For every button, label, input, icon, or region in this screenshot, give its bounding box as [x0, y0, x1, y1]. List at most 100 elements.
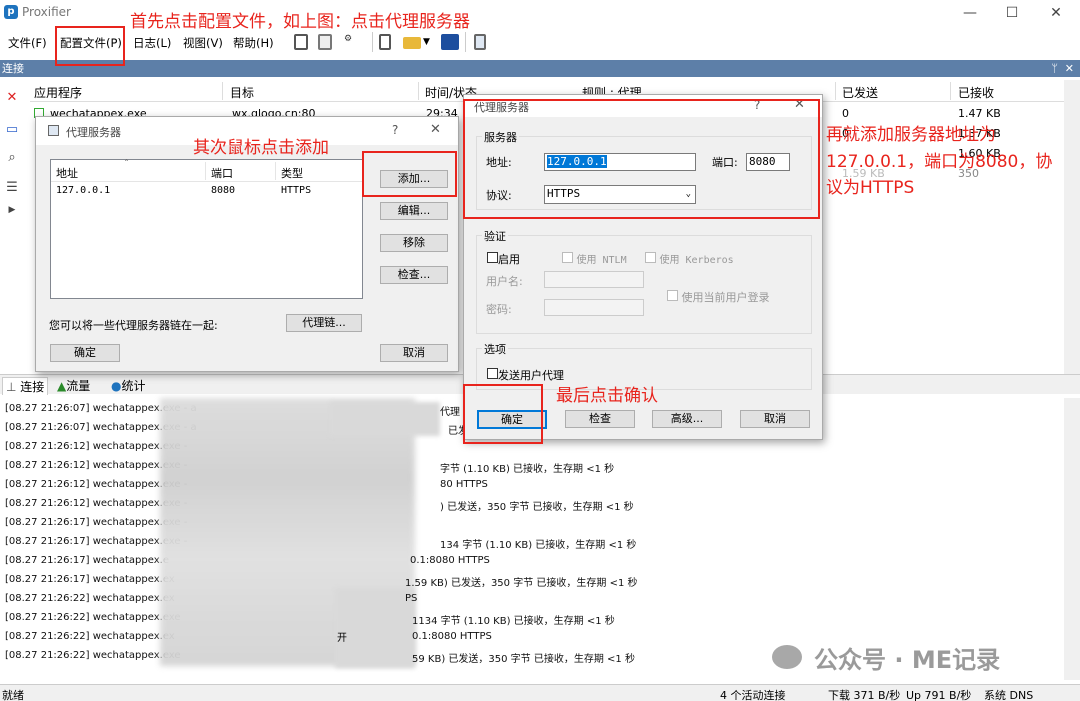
traffic-chart-icon: ▲: [57, 379, 67, 393]
log-line[interactable]: [08.27 21:26:22] wechatappex.ex: [5, 593, 175, 604]
status-upload: Up 791 B/秒: [906, 689, 972, 701]
username-label: 用户名:: [486, 275, 523, 288]
highlight-profile-menu: [55, 26, 125, 66]
checkbox-icon: [487, 252, 498, 263]
log-line[interactable]: [08.27 21:26:22] wechatappex.exe: [5, 650, 181, 661]
log-line-detail: 字节 (1.10 KB) 已接收，生存期 <1 秒: [440, 464, 615, 475]
log-toolbar-icon[interactable]: [318, 34, 332, 50]
column-separator[interactable]: [835, 82, 836, 100]
status-download: 下载 371 B/秒: [828, 689, 901, 701]
tab-statistics[interactable]: ●统计: [108, 377, 149, 395]
panel-close-icon[interactable]: ✕: [1065, 60, 1074, 77]
column-separator[interactable]: [950, 82, 951, 100]
log-line-detail: 1.59 KB) 已发送，350 字节 已接收，生存期 <1 秒: [405, 578, 638, 589]
close-connection-icon[interactable]: ✕: [4, 90, 20, 106]
menu-help[interactable]: 帮助(H): [233, 35, 274, 51]
column-separator[interactable]: [222, 82, 223, 100]
close-button[interactable]: ✕: [1036, 0, 1076, 26]
status-active-connections: 4 个活动连接: [720, 689, 786, 701]
current-user-label: 使用当前用户登录: [681, 291, 770, 304]
proxifier-logo-icon: p: [4, 5, 18, 19]
kill-process-icon[interactable]: ▭: [4, 122, 20, 138]
username-input[interactable]: [544, 271, 644, 288]
toolbar-divider: [465, 32, 466, 52]
log-scrollbar[interactable]: [1064, 398, 1080, 680]
list-icon[interactable]: ☰: [4, 180, 20, 196]
annotation-step2: 其次鼠标点击添加: [193, 138, 329, 158]
current-user-checkbox[interactable]: 使用当前用户登录: [667, 289, 770, 305]
pick-target-icon[interactable]: ⌕: [4, 150, 20, 166]
auth-group: [476, 235, 812, 334]
proxy-dialog-icon: [48, 125, 59, 136]
check-button[interactable]: 检查...: [380, 266, 448, 284]
send-user-agent-checkbox[interactable]: 发送用户代理: [487, 367, 564, 383]
log-line-detail: 134 字节 (1.10 KB) 已接收，生存期 <1 秒: [440, 540, 637, 551]
col-target[interactable]: 目标: [230, 84, 254, 101]
checkbox-icon: [645, 252, 656, 263]
toolbar-divider: [372, 32, 373, 52]
list-item-type: HTTPS: [281, 185, 312, 196]
menu-view[interactable]: 视图(V): [183, 35, 223, 51]
log-line[interactable]: [08.27 21:26:22] wechatappex.exe: [5, 612, 181, 623]
proxy-chain-button[interactable]: 代理链...: [286, 314, 362, 332]
ntlm-checkbox[interactable]: 使用 NTLM: [562, 251, 627, 266]
col-port[interactable]: 端口: [211, 165, 233, 181]
menu-file[interactable]: 文件(F): [8, 35, 47, 51]
col-application[interactable]: 应用程序: [34, 84, 82, 101]
connections-toolbar-icon[interactable]: [294, 34, 308, 50]
advanced-button[interactable]: 高级...: [652, 410, 722, 428]
remove-button[interactable]: 移除: [380, 234, 448, 252]
checkbox-icon: [562, 252, 573, 263]
tab-traffic[interactable]: ▲流量: [54, 377, 93, 395]
row-received: 1.47 KB: [958, 107, 1001, 120]
new-profile-icon[interactable]: [379, 34, 391, 50]
kerberos-checkbox[interactable]: 使用 Kerberos: [645, 251, 734, 266]
connections-tab-icon: ⊥: [6, 380, 17, 394]
dns-toolbar-icon[interactable]: ⚙: [344, 34, 362, 50]
column-separator[interactable]: [275, 162, 276, 180]
log-line-detail: 1134 字节 (1.10 KB) 已接收，生存期 <1 秒: [412, 616, 615, 627]
enable-auth-label: 启用: [498, 253, 520, 266]
table-scrollbar[interactable]: [1064, 80, 1080, 374]
col-sent[interactable]: 已发送: [842, 84, 878, 101]
log-line[interactable]: [08.27 21:26:22] wechatappex.ex: [5, 631, 175, 642]
enable-auth-checkbox[interactable]: 启用: [487, 251, 520, 267]
edit-button[interactable]: 编辑...: [380, 202, 448, 220]
status-bar: 就绪 4 个活动连接 下载 371 B/秒 Up 791 B/秒 系统 DNS: [0, 684, 1080, 701]
column-separator[interactable]: [205, 162, 206, 180]
log-line-detail: 0.1:8080 HTTPS: [412, 631, 492, 642]
cancel-button[interactable]: 取消: [380, 344, 448, 362]
maximize-button[interactable]: ☐: [992, 0, 1032, 26]
list-header: [51, 160, 362, 182]
col-received[interactable]: 已接收: [958, 84, 994, 101]
dropdown-arrow-icon[interactable]: ▼: [423, 37, 430, 47]
window-title: Proxifier: [22, 5, 71, 19]
log-line[interactable]: [08.27 21:26:17] wechatappex.ex: [5, 574, 175, 585]
column-separator[interactable]: [418, 82, 419, 100]
menu-log[interactable]: 日志(L): [133, 35, 171, 51]
proxy-server-list[interactable]: 地址 ˆ 端口 类型 127.0.0.1 8080 HTTPS: [50, 159, 363, 299]
password-label: 密码:: [486, 303, 512, 316]
col-address[interactable]: 地址: [56, 165, 78, 181]
save-icon[interactable]: [441, 34, 459, 50]
list-item[interactable]: 127.0.0.1 8080 HTTPS: [51, 183, 362, 199]
tab-connections[interactable]: ⊥ 连接: [2, 377, 49, 395]
open-folder-icon[interactable]: [403, 37, 421, 49]
expand-arrow-icon[interactable]: ▶: [4, 202, 20, 218]
redacted-area: [330, 402, 440, 436]
connections-panel-title: 连接: [2, 62, 24, 75]
password-input[interactable]: [544, 299, 644, 316]
col-type[interactable]: 类型: [281, 165, 303, 181]
dialog-close-icon[interactable]: ✕: [430, 122, 441, 137]
cancel-button[interactable]: 取消: [740, 410, 810, 428]
minimize-button[interactable]: —: [950, 0, 990, 26]
log-line-detail: PS: [405, 593, 418, 604]
log-line[interactable]: [08.27 21:26:17] wechatappex.e: [5, 555, 169, 566]
kerberos-label: 使用 Kerberos: [659, 255, 734, 266]
pin-icon[interactable]: ᛘ: [1051, 60, 1058, 77]
help-icon[interactable]: ?: [392, 123, 398, 137]
ok-button[interactable]: 确定: [50, 344, 120, 362]
check-button[interactable]: 检查: [565, 410, 635, 428]
highlight-add-button: [362, 151, 457, 197]
proxy-servers-toolbar-icon[interactable]: [474, 34, 486, 50]
